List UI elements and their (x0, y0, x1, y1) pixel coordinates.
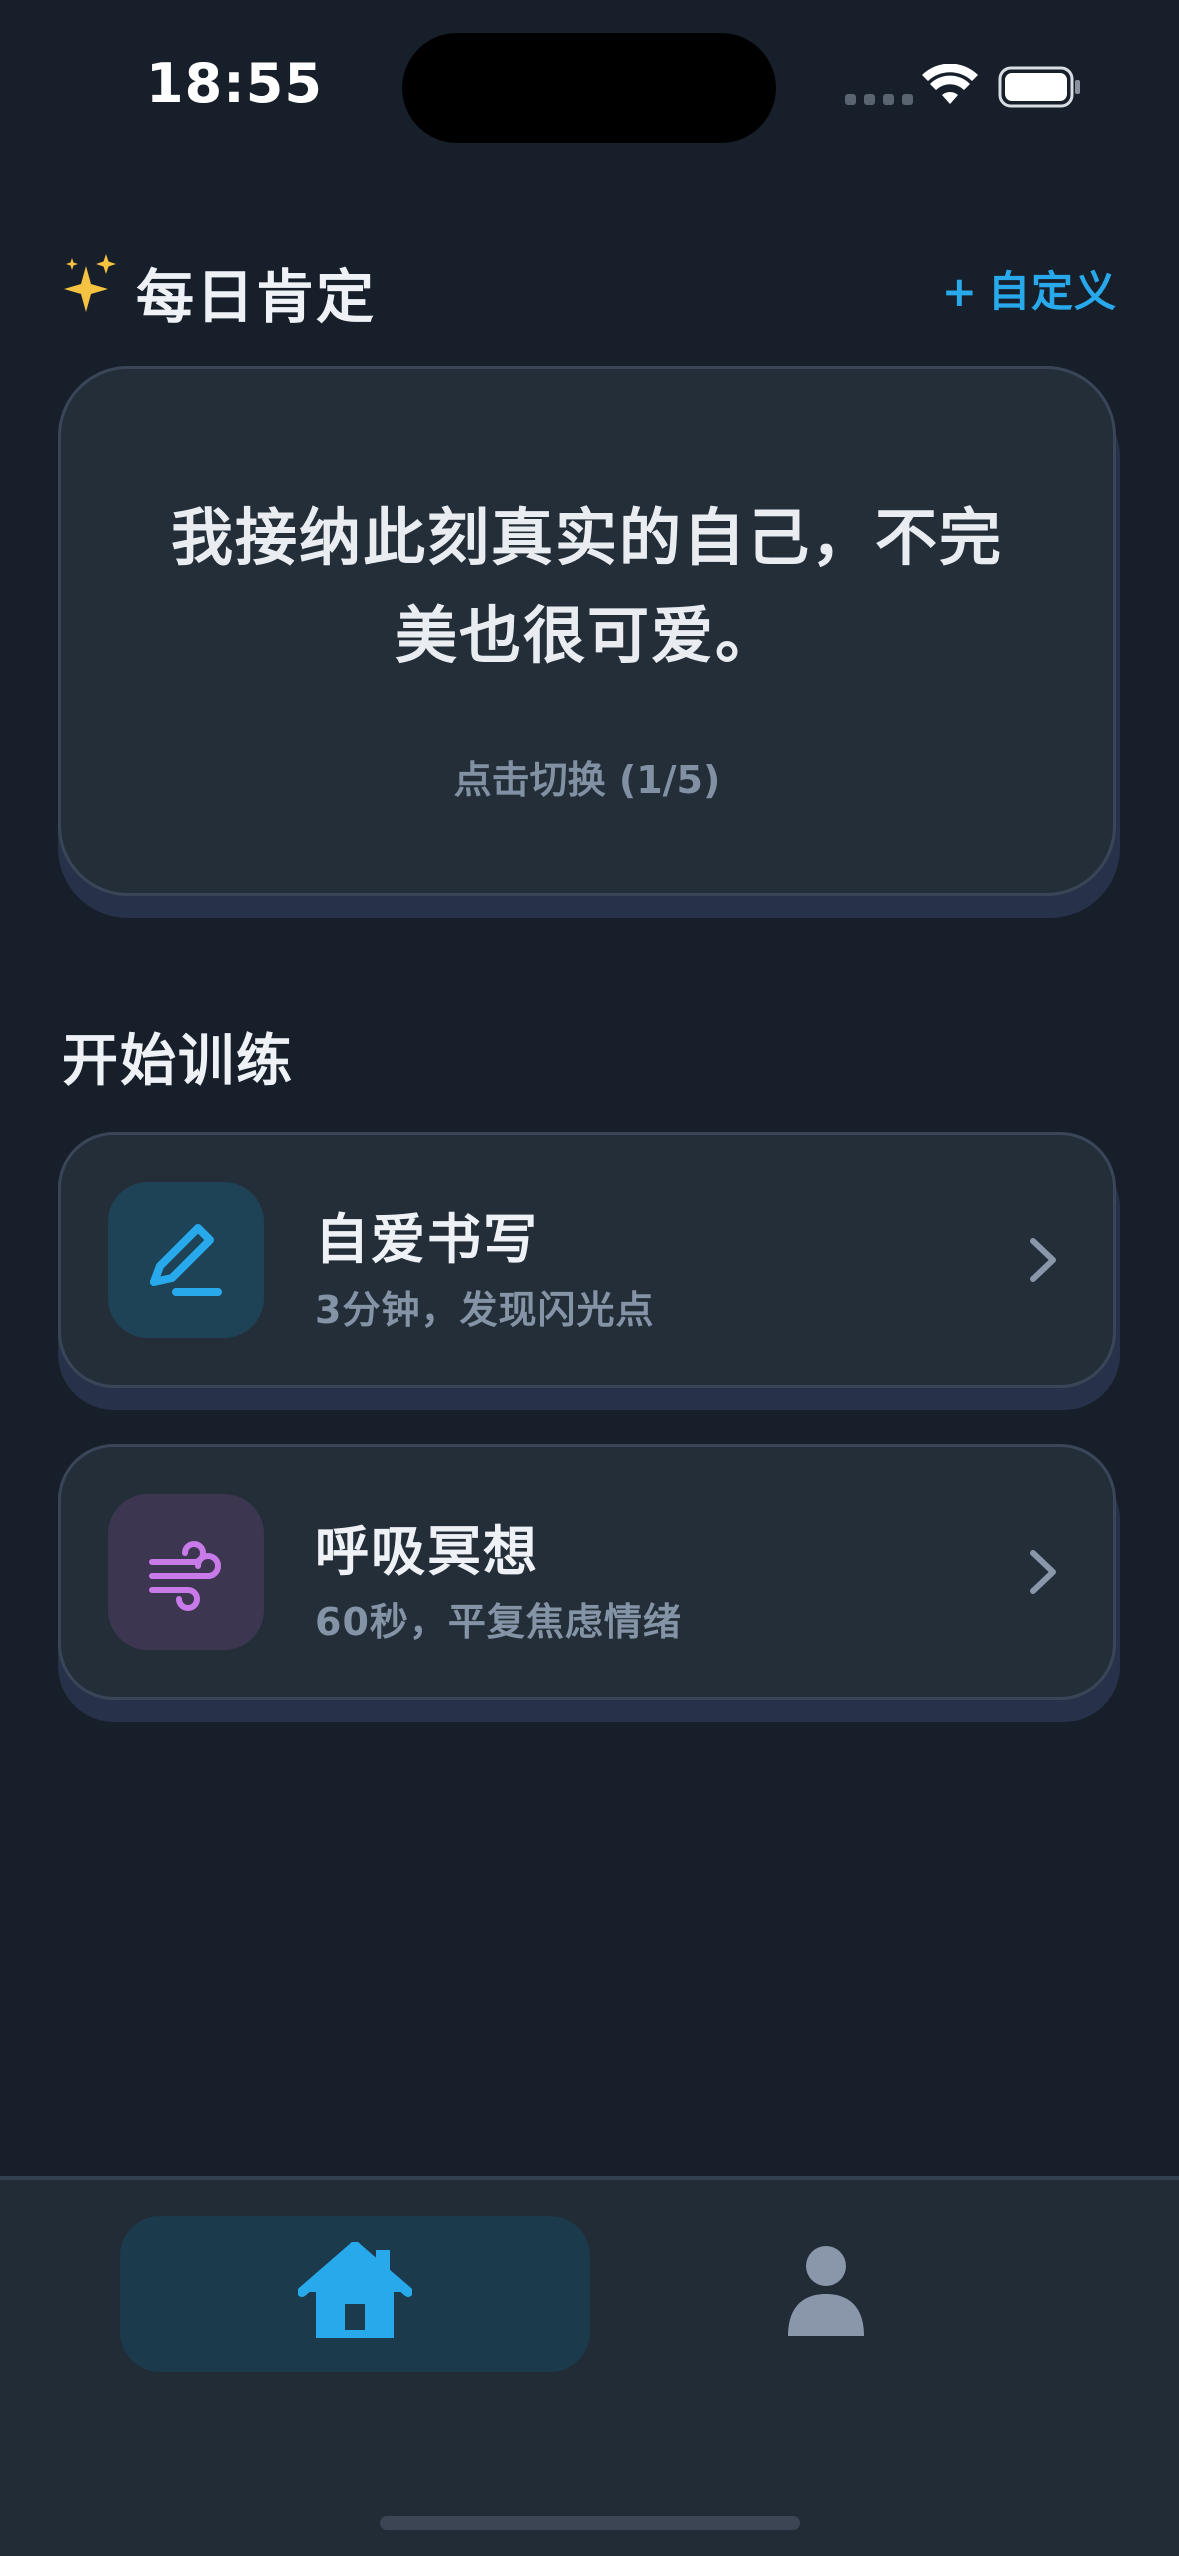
person-icon[interactable] (780, 2240, 872, 2340)
training-title: 呼吸冥想 (315, 1520, 539, 1583)
training-section-title: 开始训练 (62, 1029, 294, 1094)
affirmation-text: 我接纳此刻真实的自己，不完美也很可爱。 (170, 501, 1003, 672)
customize-label: 自定义 (987, 267, 1117, 316)
battery-icon (998, 66, 1080, 108)
tab-bar (0, 2176, 1179, 2556)
training-title: 自爱书写 (315, 1208, 539, 1271)
affirmation-card[interactable]: 我接纳此刻真实的自己，不完美也很可爱。 点击切换 (1/5) (58, 366, 1116, 896)
pencil-icon (150, 1224, 222, 1296)
wind-icon (149, 1541, 221, 1611)
app-screen: 18:55 每日肯定 + 自定义 我接纳此刻真实的自己，不完美也很可爱。 点击切换… (0, 0, 1179, 2556)
cellular-signal-icon (845, 94, 913, 105)
plus-icon: + (941, 267, 978, 316)
training-subtitle: 60秒，平复焦虑情绪 (315, 1600, 682, 1644)
writing-icon-box (108, 1182, 264, 1338)
training-card-breathing[interactable]: 呼吸冥想 60秒，平复焦虑情绪 (58, 1444, 1116, 1700)
affirmation-hint: 点击切换 (1/5) (453, 758, 721, 802)
dynamic-island (402, 33, 776, 143)
training-subtitle: 3分钟，发现闪光点 (315, 1288, 655, 1332)
status-time: 18:55 (146, 52, 323, 115)
chevron-right-icon (1030, 1550, 1056, 1594)
affirmation-header: 每日肯定 + 自定义 (62, 250, 1117, 331)
tab-home[interactable] (120, 2216, 590, 2372)
chevron-right-icon (1030, 1238, 1056, 1282)
home-indicator (380, 2516, 800, 2530)
training-card-writing[interactable]: 自爱书写 3分钟，发现闪光点 (58, 1132, 1116, 1388)
home-icon (298, 2242, 412, 2338)
wifi-icon (922, 64, 978, 104)
sparkles-icon (64, 254, 116, 312)
breathing-icon-box (108, 1494, 264, 1650)
customize-button[interactable]: + 自定义 (942, 258, 1117, 319)
affirmation-title: 每日肯定 (136, 263, 377, 331)
